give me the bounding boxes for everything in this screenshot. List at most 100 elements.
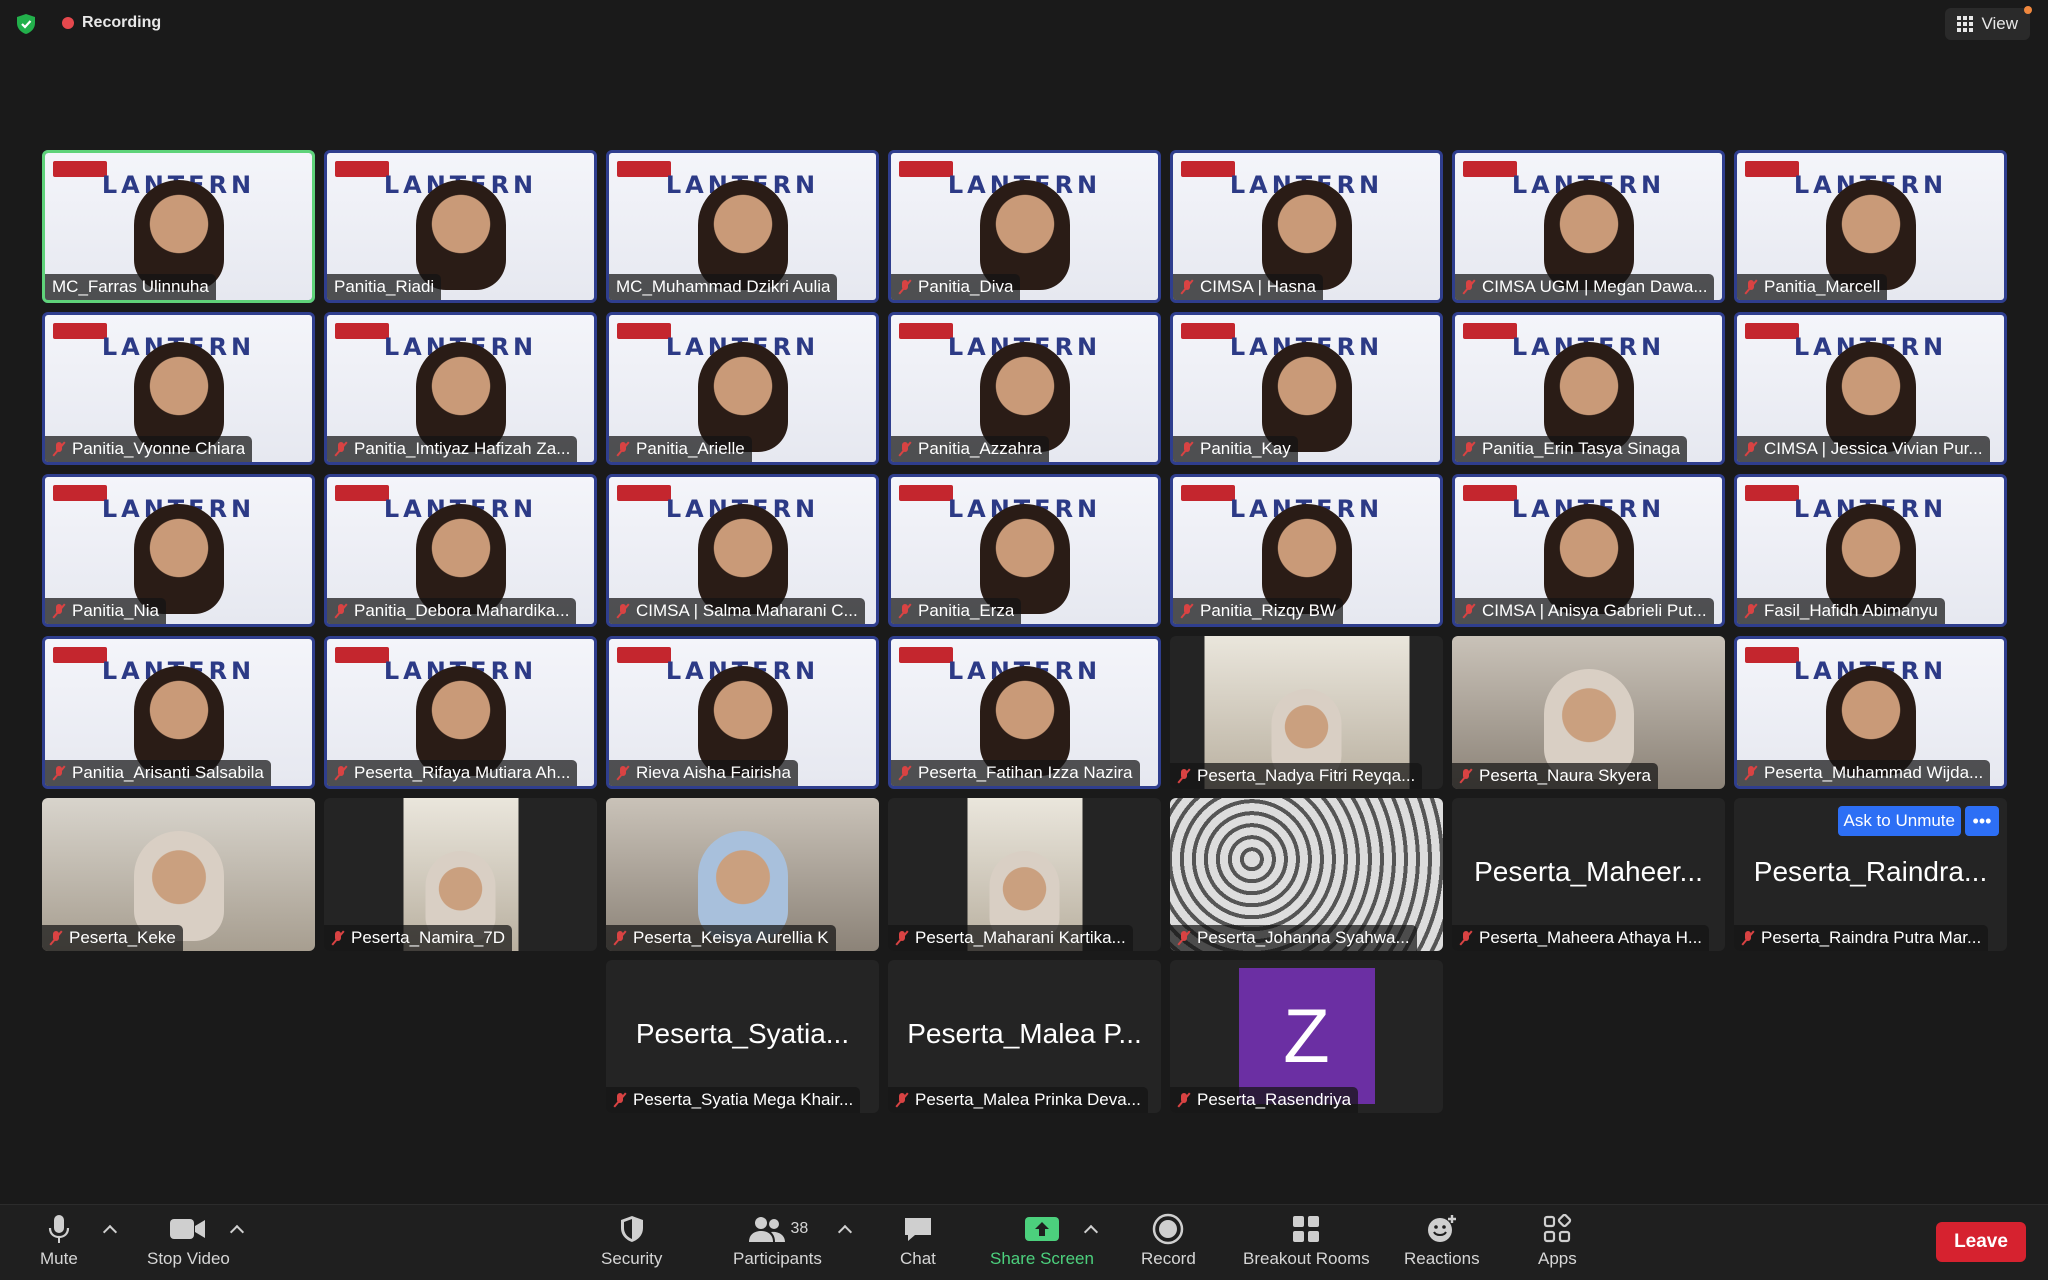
muted-microphone-icon [1744,603,1758,619]
participant-tile[interactable]: LANTERNCIMSA | Jessica Vivian Pur... [1734,312,2007,465]
participant-tile[interactable]: Peserta_Syatia... Peserta_Syatia Mega Kha… [606,960,879,1113]
participant-name-bar: MC_Farras Ulinnuha [45,274,216,300]
video-camera-icon [170,1219,206,1239]
mute-options-chevron-up-icon[interactable] [102,1224,118,1240]
participants-button[interactable]: 38 Participants [733,1213,822,1269]
participant-name: Peserta_Malea Prinka Deva... [915,1090,1141,1109]
participant-tile[interactable]: Peserta_Keke [42,798,315,951]
participant-name: Panitia_Imtiyaz Hafizah Za... [354,439,571,458]
participant-tile[interactable]: Peserta_Maharani Kartika... [888,798,1161,951]
participant-tile[interactable]: Peserta_Malea P... Peserta_Malea Prinka D… [888,960,1161,1113]
university-logo-badge [617,323,671,339]
notification-dot-icon [2024,6,2032,14]
participant-tile[interactable]: LANTERNPanitia_Erza [888,474,1161,627]
participants-icon [748,1217,785,1242]
ask-to-unmute-button[interactable]: Ask to Unmute [1837,806,1961,836]
participant-tile[interactable]: Peserta_Johanna Syahwa... [1170,798,1443,951]
participant-tile[interactable]: Peserta_Namira_7D [324,798,597,951]
participant-tile[interactable]: LANTERNPanitia_Nia [42,474,315,627]
share-screen-button[interactable]: Share Screen [990,1213,1094,1269]
participant-tile[interactable]: LANTERNMC_Muhammad Dzikri Aulia [606,150,879,303]
participant-tile[interactable]: Peserta_Naura Skyera [1452,636,1725,789]
participant-tile[interactable]: LANTERNMC_Farras Ulinnuha [42,150,315,303]
participant-tile[interactable]: Z Peserta_Rasendriya [1170,960,1443,1113]
participant-tile[interactable]: LANTERNPanitia_Arielle [606,312,879,465]
participant-name: Panitia_Nia [72,601,159,620]
participant-tile[interactable]: LANTERNPanitia_Diva [888,150,1161,303]
participants-options-chevron-up-icon[interactable] [837,1224,853,1240]
record-button[interactable]: Record [1141,1213,1196,1269]
record-label: Record [1141,1249,1196,1268]
participant-name-bar: CIMSA UGM | Megan Dawa... [1455,274,1715,300]
participant-name-bar: Panitia_Diva [891,274,1021,300]
participant-name-bar: Panitia_Kay [1173,436,1298,462]
participant-tile[interactable]: LANTERNCIMSA | Hasna [1170,150,1443,303]
participant-tile[interactable]: Peserta_Raindra... Ask to Unmute ••• Pesert… [1734,798,2007,951]
chat-button[interactable]: Chat [900,1213,936,1269]
participant-name: Peserta_Maharani Kartika... [915,928,1126,947]
participant-tile[interactable]: LANTERNPeserta_Fatihan Izza Nazira [888,636,1161,789]
muted-microphone-icon [1180,279,1194,295]
breakout-rooms-button[interactable]: Breakout Rooms [1243,1213,1370,1269]
muted-microphone-icon [1177,768,1191,784]
video-gallery: LANTERNMC_Farras UlinnuhaLANTERNPanitia_… [42,150,2007,1122]
participant-tile[interactable]: Peserta_Maheer... Peserta_Maheera Athaya … [1452,798,1725,951]
muted-microphone-icon [1177,1092,1191,1108]
participant-tile[interactable]: LANTERNPeserta_Muhammad Wijda... [1734,636,2007,789]
leave-button[interactable]: Leave [1936,1222,2026,1262]
participant-name: Peserta_Rasendriya [1197,1090,1352,1109]
participant-name: Rieva Aisha Fairisha [636,763,791,782]
participant-tile[interactable]: LANTERNPanitia_Imtiyaz Hafizah Za... [324,312,597,465]
participant-name: Panitia_Marcell [1764,277,1881,296]
apps-button[interactable]: Apps [1538,1213,1577,1269]
participant-tile[interactable]: LANTERNFasil_Hafidh Abimanyu [1734,474,2007,627]
university-logo-badge [1181,485,1235,501]
participant-tile[interactable]: LANTERNPanitia_Marcell [1734,150,2007,303]
shield-icon[interactable] [14,12,38,36]
muted-microphone-icon [1462,603,1476,619]
stop-video-button[interactable]: Stop Video [147,1213,230,1269]
participant-name-bar: Peserta_Raindra Putra Mar... [1734,925,1989,951]
university-logo-badge [53,323,107,339]
recording-label: Recording [82,14,162,31]
more-options-button[interactable]: ••• [1965,806,1999,836]
participant-tile[interactable]: Peserta_Nadya Fitri Reyqa... [1170,636,1443,789]
participant-tile[interactable]: LANTERNCIMSA | Anisya Gabrieli Put... [1452,474,1725,627]
mute-button[interactable]: Mute [40,1213,78,1269]
microphone-icon [48,1215,69,1243]
participant-tile[interactable]: LANTERNPanitia_Debora Mahardika... [324,474,597,627]
participant-tile[interactable]: LANTERNPanitia_Kay [1170,312,1443,465]
muted-microphone-icon [1180,441,1194,457]
breakout-rooms-grid-icon [1293,1216,1320,1242]
participant-name: Panitia_Kay [1200,439,1291,458]
participant-name-bar: Fasil_Hafidh Abimanyu [1737,598,1945,624]
participant-tile[interactable]: LANTERNPanitia_Erin Tasya Sinaga [1452,312,1725,465]
participant-name-bar: Peserta_Muhammad Wijda... [1737,760,1991,786]
participant-name-bar: Panitia_Azzahra [891,436,1049,462]
participant-tile[interactable]: Peserta_Keisya Aurellia K [606,798,879,951]
muted-microphone-icon [898,441,912,457]
participant-tile[interactable]: LANTERNPanitia_Rizqy BW [1170,474,1443,627]
university-logo-badge [53,647,107,663]
participant-tile[interactable]: LANTERNCIMSA UGM | Megan Dawa... [1452,150,1725,303]
reactions-button[interactable]: Reactions [1404,1213,1480,1269]
participant-tile[interactable]: LANTERNPanitia_Azzahra [888,312,1161,465]
participant-name-bar: Panitia_Rizqy BW [1173,598,1344,624]
participant-name: Peserta_Muhammad Wijda... [1764,763,1984,782]
participant-tile[interactable]: LANTERNPeserta_Rifaya Mutiara Ah... [324,636,597,789]
university-logo-badge [1745,647,1799,663]
participant-tile[interactable]: LANTERNCIMSA | Salma Maharani C... [606,474,879,627]
participant-name-bar: Panitia_Arisanti Salsabila [45,760,271,786]
video-options-chevron-up-icon[interactable] [229,1224,245,1240]
participant-tile[interactable]: LANTERNRieva Aisha Fairisha [606,636,879,789]
security-button[interactable]: Security [601,1213,662,1269]
participant-name-bar: CIMSA | Hasna [1173,274,1323,300]
view-button[interactable]: View [1945,6,2032,40]
participant-tile[interactable]: LANTERNPanitia_Arisanti Salsabila [42,636,315,789]
muted-microphone-icon [895,1092,909,1108]
participant-name-bar: Peserta_Namira_7D [324,925,513,951]
participant-tile[interactable]: LANTERNPanitia_Vyonne Chiara [42,312,315,465]
participant-tile[interactable]: LANTERNPanitia_Riadi [324,150,597,303]
recording-indicator[interactable]: Recording [62,14,161,32]
muted-microphone-icon [616,765,630,781]
